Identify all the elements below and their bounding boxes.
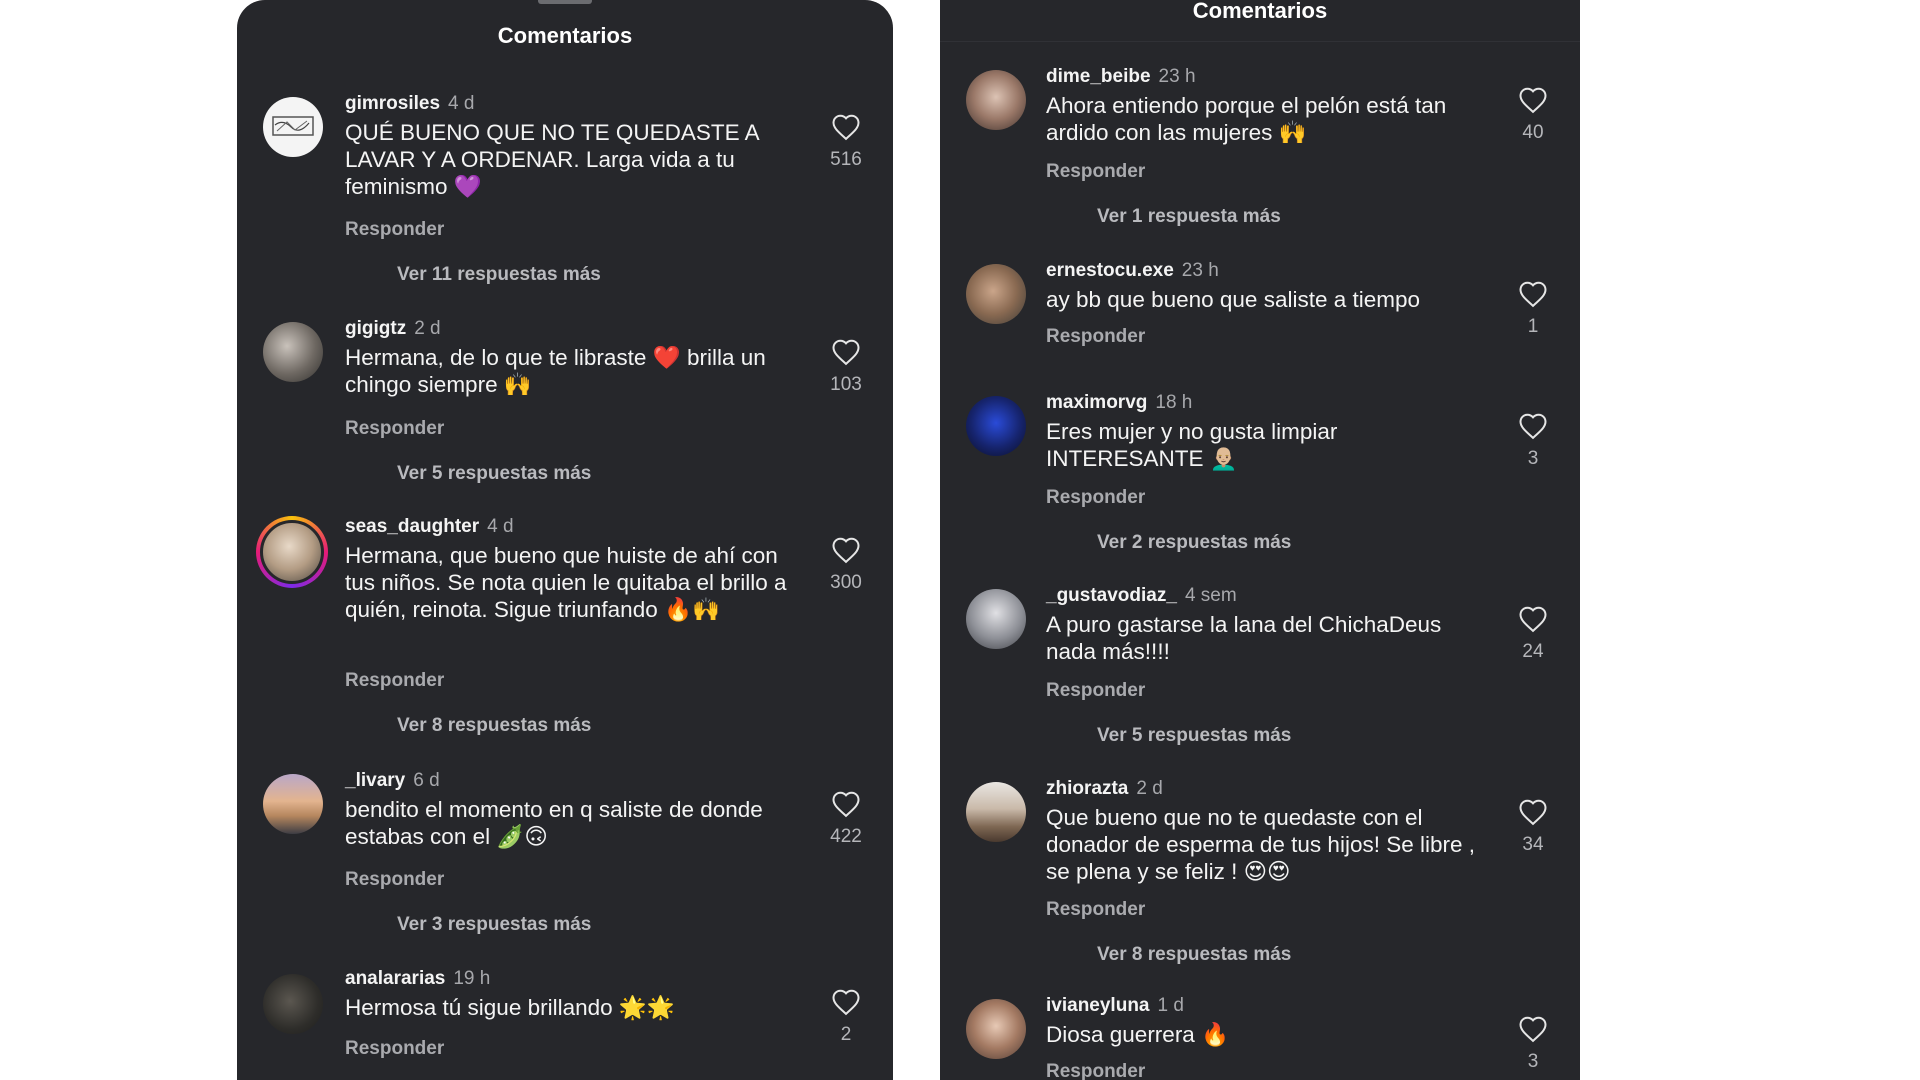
view-more-replies[interactable]: Ver 3 respuestas más bbox=[397, 914, 591, 936]
comment-time: 4 sem bbox=[1184, 585, 1237, 606]
comment-time: 4 d bbox=[487, 516, 514, 537]
comments-sheet-right: Comentarios dime_beibe 23 h Ahora entiend… bbox=[940, 0, 1580, 1080]
heart-icon[interactable] bbox=[1518, 1015, 1548, 1043]
comment-username[interactable]: analararias 19 h bbox=[345, 968, 490, 990]
reply-button[interactable]: Responder bbox=[1046, 680, 1145, 702]
avatar bbox=[260, 520, 324, 584]
view-more-replies[interactable]: Ver 1 respuesta más bbox=[1097, 206, 1281, 228]
comment-username[interactable]: ivianeyluna 1 d bbox=[1046, 995, 1184, 1017]
view-more-replies[interactable]: Ver 8 respuestas más bbox=[1097, 944, 1291, 966]
reply-button[interactable]: Responder bbox=[345, 1038, 444, 1060]
comment-username[interactable]: maximorvg 18 h bbox=[1046, 392, 1192, 414]
like-count: 40 bbox=[1522, 122, 1544, 143]
avatar[interactable] bbox=[966, 396, 1026, 456]
heart-icon[interactable] bbox=[831, 536, 861, 564]
comment-text: Diosa guerrera 🔥 bbox=[1046, 1022, 1230, 1047]
avatar[interactable] bbox=[263, 322, 323, 382]
reply-button[interactable]: Responder bbox=[345, 869, 444, 891]
avatar[interactable] bbox=[966, 70, 1026, 130]
comment-time: 2 d bbox=[1136, 778, 1163, 799]
heart-icon[interactable] bbox=[1518, 280, 1548, 308]
like-count: 3 bbox=[1527, 448, 1539, 469]
view-more-replies[interactable]: Ver 5 respuestas más bbox=[1097, 725, 1291, 747]
heart-icon[interactable] bbox=[831, 988, 861, 1016]
comment-username[interactable]: _livary 6 d bbox=[345, 770, 440, 792]
avatar[interactable] bbox=[966, 782, 1026, 842]
comment-username[interactable]: _gustavodiaz_ 4 sem bbox=[1046, 585, 1237, 607]
view-more-replies[interactable]: Ver 8 respuestas más bbox=[397, 715, 591, 737]
like-count: 34 bbox=[1522, 834, 1544, 855]
comment-username[interactable]: gimrosiles 4 d bbox=[345, 93, 474, 115]
comment-time: 4 d bbox=[448, 93, 475, 114]
like-count: 3 bbox=[1527, 1051, 1539, 1072]
reply-button[interactable]: Responder bbox=[1046, 899, 1145, 921]
comment-text: Hermosa tú sigue brillando 🌟🌟 bbox=[345, 995, 675, 1020]
comment-username[interactable]: seas_daughter 4 d bbox=[345, 516, 514, 538]
reply-button[interactable]: Responder bbox=[1046, 326, 1145, 348]
avatar[interactable] bbox=[966, 264, 1026, 324]
avatar[interactable] bbox=[263, 97, 323, 157]
comment-text: A puro gastarse la lana del ChichaDeus n… bbox=[1046, 612, 1442, 664]
heart-icon[interactable] bbox=[1518, 605, 1548, 633]
comment-text: Ahora entiendo porque el pelón está tan … bbox=[1046, 93, 1447, 145]
reply-button[interactable]: Responder bbox=[1046, 161, 1145, 183]
avatar[interactable] bbox=[966, 999, 1026, 1059]
reply-button[interactable]: Responder bbox=[345, 418, 444, 440]
comment-text: Hermana, de lo que te libraste ❤️ brilla… bbox=[345, 345, 766, 397]
heart-icon[interactable] bbox=[831, 338, 861, 366]
heart-icon[interactable] bbox=[831, 113, 861, 141]
reply-button[interactable]: Responder bbox=[1046, 487, 1145, 509]
like-count: 24 bbox=[1522, 641, 1544, 662]
comment-text: Hermana, que bueno que huiste de ahí con… bbox=[345, 543, 787, 622]
sheet-title: Comentarios bbox=[1192, 0, 1328, 23]
comment-text: Eres mujer y no gusta limpiar INTERESANT… bbox=[1046, 419, 1338, 471]
avatar[interactable] bbox=[263, 974, 323, 1034]
sheet-title: Comentarios bbox=[497, 23, 633, 48]
comment-username[interactable]: gigigtz 2 d bbox=[345, 318, 441, 340]
like-count: 2 bbox=[840, 1024, 852, 1045]
reply-button[interactable]: Responder bbox=[345, 219, 444, 241]
comment-time: 23 h bbox=[1181, 260, 1219, 281]
avatar[interactable] bbox=[966, 589, 1026, 649]
comment-time: 1 d bbox=[1157, 995, 1184, 1016]
comment-text: bendito el momento en q saliste de donde… bbox=[345, 797, 763, 849]
view-more-replies[interactable]: Ver 2 respuestas más bbox=[1097, 532, 1291, 554]
like-count: 1 bbox=[1527, 316, 1539, 337]
comment-time: 6 d bbox=[413, 770, 440, 791]
divider bbox=[940, 41, 1580, 42]
comment-time: 18 h bbox=[1155, 392, 1193, 413]
comment-time: 23 h bbox=[1158, 66, 1196, 87]
heart-icon[interactable] bbox=[1518, 798, 1548, 826]
comment-text: Que bueno que no te quedaste con el dona… bbox=[1046, 805, 1476, 884]
like-count: 300 bbox=[830, 572, 862, 593]
avatar[interactable] bbox=[263, 774, 323, 834]
view-more-replies[interactable]: Ver 5 respuestas más bbox=[397, 463, 591, 485]
like-count: 103 bbox=[830, 374, 862, 395]
heart-icon[interactable] bbox=[1518, 412, 1548, 440]
like-count: 422 bbox=[830, 826, 862, 847]
drag-handle[interactable] bbox=[538, 0, 592, 4]
view-more-replies[interactable]: Ver 11 respuestas más bbox=[397, 264, 601, 286]
comment-time: 19 h bbox=[453, 968, 491, 989]
reply-button[interactable]: Responder bbox=[1046, 1061, 1145, 1080]
comment-text: QUÉ BUENO QUE NO TE QUEDASTE A LAVAR Y A… bbox=[345, 120, 759, 199]
comment-username[interactable]: ernestocu.exe 23 h bbox=[1046, 260, 1219, 282]
comment-text: ay bb que bueno que saliste a tiempo bbox=[1046, 287, 1421, 312]
comments-sheet-left: Comentarios gimrosiles 4 d QUÉ BUENO QUE … bbox=[237, 0, 893, 1080]
avatar-story-ring[interactable] bbox=[256, 516, 328, 588]
comment-time: 2 d bbox=[414, 318, 441, 339]
reply-button[interactable]: Responder bbox=[345, 670, 444, 692]
comment-username[interactable]: dime_beibe 23 h bbox=[1046, 66, 1196, 88]
heart-icon[interactable] bbox=[831, 790, 861, 818]
heart-icon[interactable] bbox=[1518, 86, 1548, 114]
comment-username[interactable]: zhiorazta 2 d bbox=[1046, 778, 1163, 800]
like-count: 516 bbox=[830, 149, 862, 170]
